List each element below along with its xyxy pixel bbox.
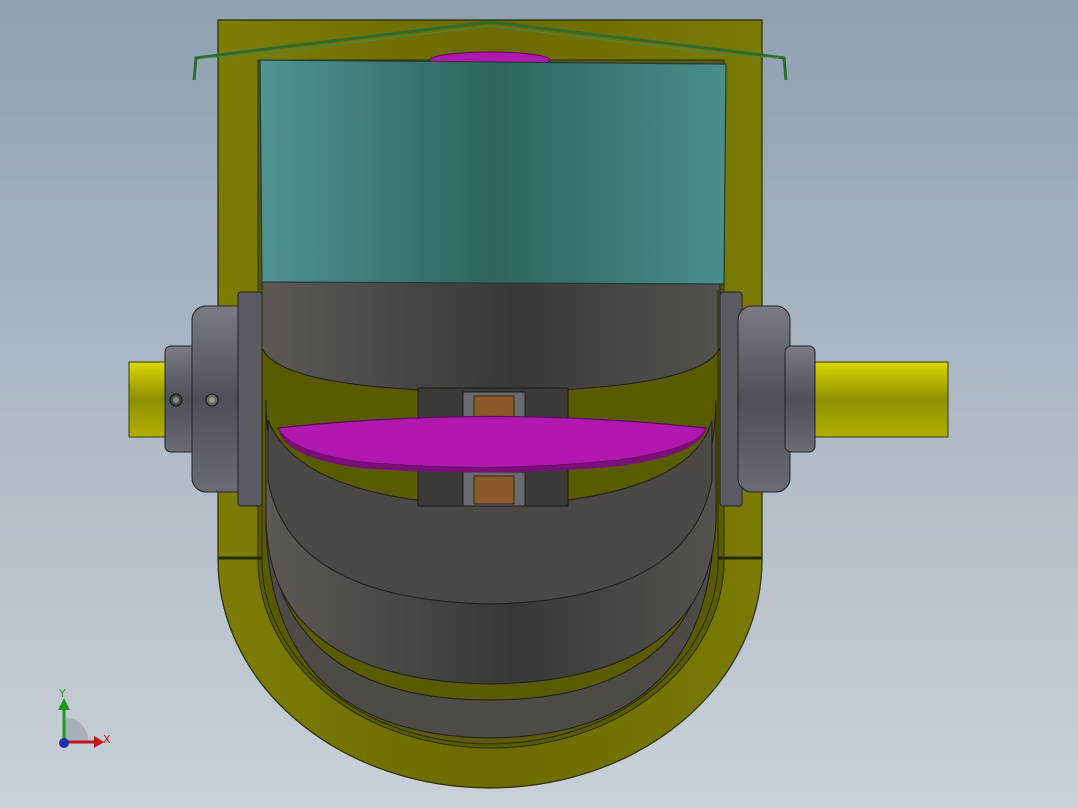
triad-x-label: X: [103, 733, 111, 746]
triad-arc: [64, 717, 89, 742]
coordinate-triad: [58, 698, 104, 748]
right-bearing[interactable]: [719, 291, 816, 507]
right-shaft[interactable]: [804, 361, 949, 438]
graphics-viewport[interactable]: X Y: [0, 0, 1078, 808]
inner-bowl-upper[interactable]: [261, 281, 721, 393]
hub-lower-copper[interactable]: [473, 475, 515, 505]
triad-z-axis: [59, 738, 69, 748]
left-bearing[interactable]: [164, 291, 263, 507]
triad-y-label: Y: [59, 687, 66, 700]
model-view[interactable]: [0, 0, 1078, 808]
teal-upper-body[interactable]: [259, 59, 727, 285]
